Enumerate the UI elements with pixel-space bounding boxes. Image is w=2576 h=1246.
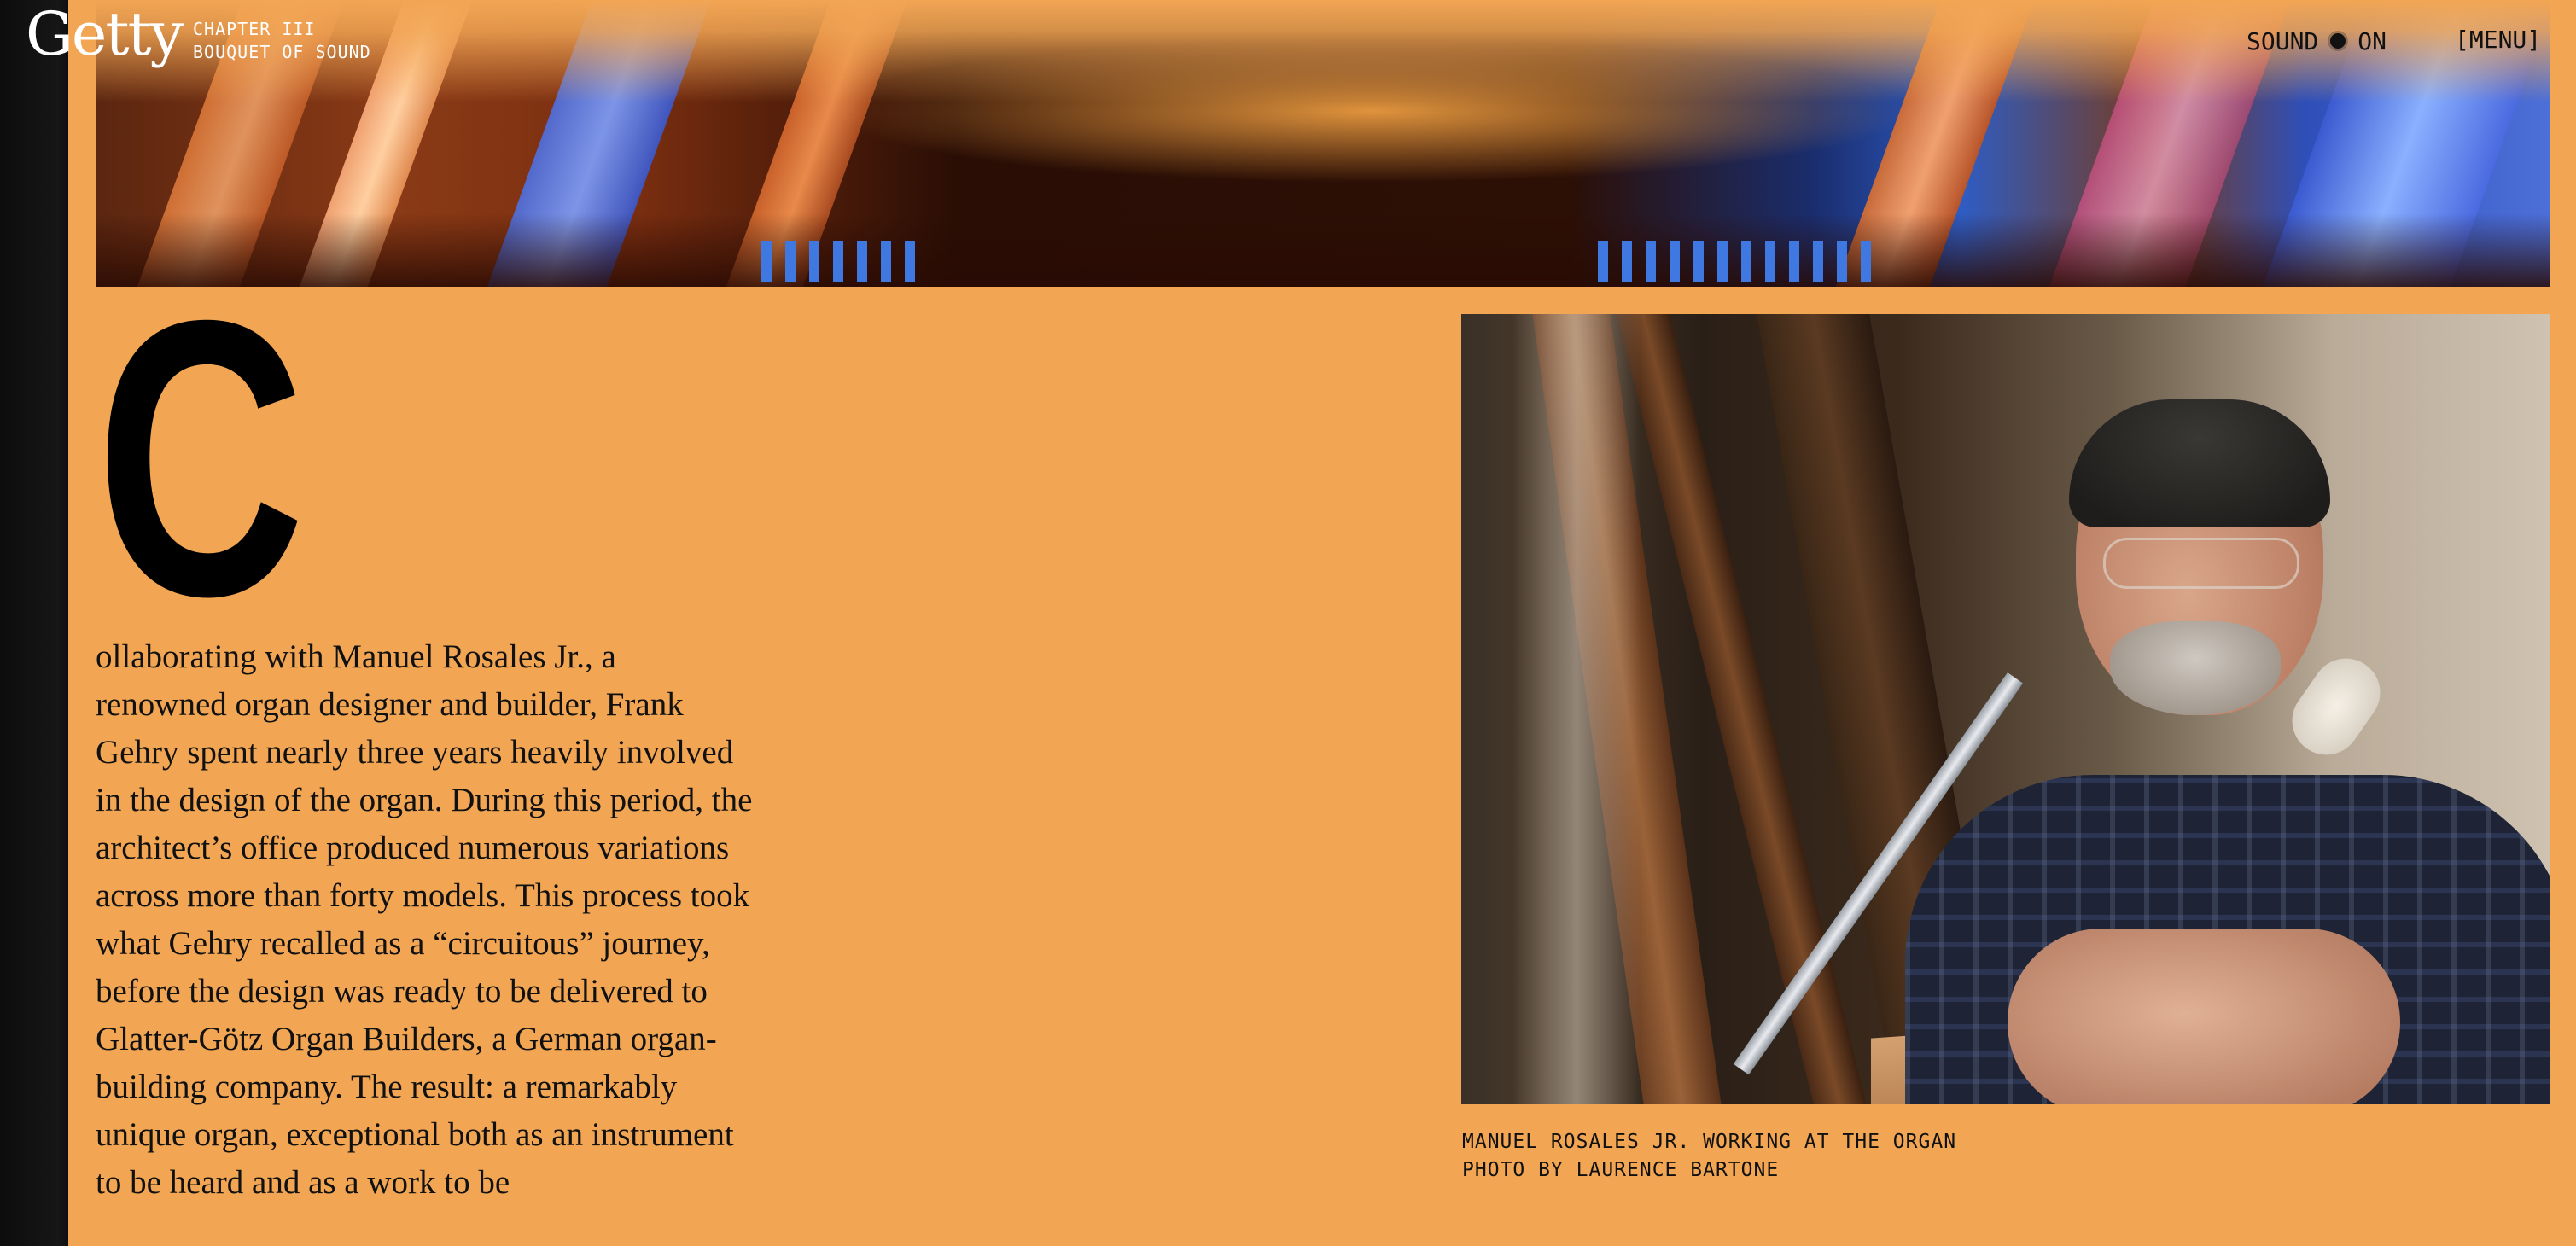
photo-caption: MANUEL ROSALES JR. WORKING AT THE ORGAN … xyxy=(1462,1128,1956,1185)
sound-label: SOUND xyxy=(2247,26,2319,55)
chapter-number: CHAPTER III xyxy=(193,19,316,39)
sound-state: ON xyxy=(2357,26,2387,55)
getty-logo[interactable]: Getty xyxy=(26,0,184,70)
sound-indicator-icon xyxy=(2330,33,2346,49)
caption-line: MANUEL ROSALES JR. WORKING AT THE ORGAN xyxy=(1462,1131,1957,1153)
left-rail xyxy=(0,0,68,1246)
sound-toggle[interactable]: SOUND ON xyxy=(2247,26,2387,56)
drop-cap: C xyxy=(96,240,306,678)
article-body: ollaborating with Manuel Rosales Jr., a … xyxy=(96,638,753,1201)
chapter-label: CHAPTER III BOUQUET OF SOUND xyxy=(193,18,371,64)
photo-credit: PHOTO BY LAURENCE BARTONE xyxy=(1462,1159,1780,1181)
menu-button[interactable]: [MENU] xyxy=(2455,26,2541,54)
site-header: Getty CHAPTER III BOUQUET OF SOUND SOUND… xyxy=(0,0,2576,79)
rosales-photo xyxy=(1461,314,2550,1104)
chapter-title: BOUQUET OF SOUND xyxy=(193,42,371,62)
